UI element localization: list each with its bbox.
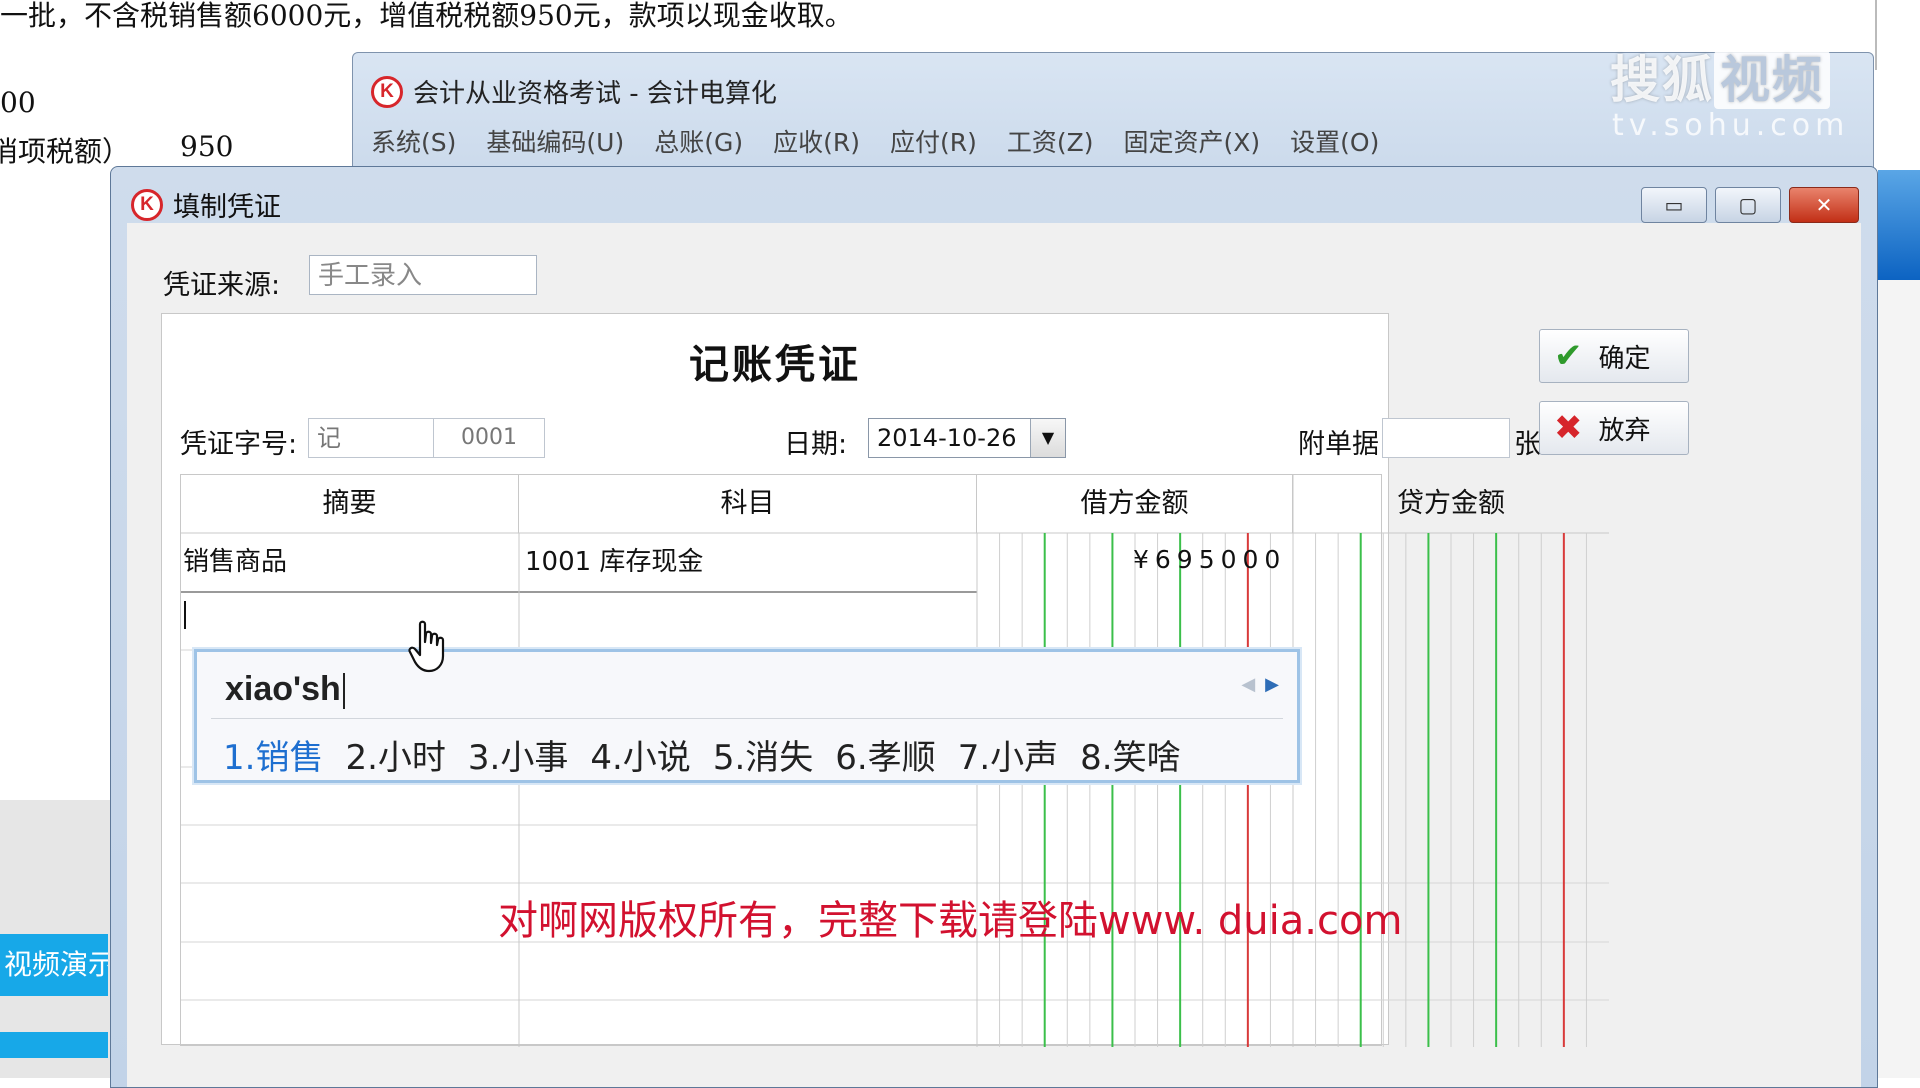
menu-system[interactable]: 系统(S): [371, 123, 456, 159]
menu-receivables[interactable]: 应收(R): [773, 123, 860, 159]
background-line-3-value: 950: [180, 130, 234, 163]
ime-composition: xiao'sh: [225, 670, 345, 710]
menu-payroll[interactable]: 工资(Z): [1007, 123, 1094, 159]
ime-candidate-6[interactable]: 6.孝顺: [835, 730, 935, 779]
menu-general-ledger[interactable]: 总账(G): [654, 123, 743, 159]
window-controls: ▭ ▢ ✕: [1641, 187, 1859, 223]
row2-summary-input[interactable]: [184, 601, 186, 629]
voucher-number-field[interactable]: 0001: [433, 418, 545, 458]
attachments-unit: 张: [1514, 429, 1541, 460]
source-field[interactable]: 手工录入: [309, 255, 537, 295]
discard-label: 放弃: [1598, 415, 1651, 446]
maximize-button[interactable]: ▢: [1715, 187, 1781, 223]
background-divider: [1875, 0, 1877, 70]
ime-candidate-7[interactable]: 7.小声: [958, 730, 1058, 779]
cross-icon: ✖: [1554, 408, 1583, 448]
background-right-accent: [1878, 170, 1920, 280]
date-field[interactable]: 2014-10-26 ▼: [868, 418, 1066, 458]
minimize-button[interactable]: ▭: [1641, 187, 1707, 223]
ime-prev-page-icon[interactable]: ◀: [1241, 674, 1255, 695]
source-label: 凭证来源:: [163, 270, 281, 301]
watermark-logo-part1: 搜狐: [1610, 51, 1714, 109]
checkmark-icon: ✔: [1554, 336, 1583, 376]
close-button[interactable]: ✕: [1789, 187, 1859, 223]
voucher-no-label: 凭证字号:: [180, 429, 298, 460]
discard-button[interactable]: ✖ 放弃: [1539, 401, 1689, 455]
ime-candidate-list: 1.销售 2.小时 3.小事 4.小说 5.消失 6.孝顺 7.小声 8.笑啥: [223, 730, 1181, 779]
attachments-label: 附单据:: [1298, 429, 1389, 460]
dialog-title-bar: K 填制凭证: [131, 185, 281, 224]
voucher-word-field[interactable]: 记: [308, 418, 434, 458]
background-line-2: 00: [0, 86, 36, 119]
dialog-logo-icon: K: [131, 188, 163, 221]
background-left-panel: 视频演示: [0, 800, 112, 1078]
copyright-watermark: 对啊网版权所有，完整下载请登陆www. duia.com: [498, 898, 1403, 944]
app-title-bar: K 会计从业资格考试 - 会计电算化: [371, 73, 777, 110]
sohu-video-watermark: 搜狐 视频: [1610, 40, 1830, 112]
ime-candidate-3[interactable]: 3.小事: [468, 730, 568, 779]
date-label: 日期:: [784, 429, 848, 460]
ime-candidate-5[interactable]: 5.消失: [713, 730, 813, 779]
video-demo-button[interactable]: 视频演示: [0, 934, 108, 996]
background-line-3-label: 消项税额）: [0, 135, 131, 168]
menu-payables[interactable]: 应付(R): [890, 123, 977, 159]
row1-account[interactable]: 1001 库存现金: [525, 541, 703, 578]
watermark-url: tv.sohu.com: [1612, 108, 1850, 143]
ime-candidate-2[interactable]: 2.小时: [345, 730, 445, 779]
ime-next-page-icon[interactable]: ▶: [1265, 674, 1279, 695]
ime-candidate-4[interactable]: 4.小说: [590, 730, 690, 779]
ime-caret: [342, 673, 345, 710]
voucher-title: 记账凭证: [689, 341, 861, 388]
ime-candidate-8[interactable]: 8.笑啥: [1080, 730, 1180, 779]
menu-basic-codes[interactable]: 基础编码(U): [486, 123, 624, 159]
confirm-label: 确定: [1598, 343, 1651, 374]
row1-summary[interactable]: 销售商品: [183, 541, 287, 578]
confirm-button[interactable]: ✔ 确定: [1539, 329, 1689, 383]
ime-page-nav: ◀ ▶: [1241, 674, 1279, 695]
ime-divider: [211, 718, 1283, 719]
app-title: 会计从业资格考试 - 会计电算化: [413, 79, 777, 109]
ime-candidate-window: xiao'sh ◀ ▶ 1.销售 2.小时 3.小事 4.小说 5.消失 6.孝…: [194, 649, 1300, 783]
menu-fixed-assets[interactable]: 固定资产(X): [1124, 123, 1261, 159]
app-logo-icon: K: [371, 75, 403, 108]
watermark-logo-part2: 视频: [1714, 51, 1830, 109]
voucher-dialog: K 填制凭证 ▭ ▢ ✕ 凭证来源: 手工录入 记账凭证 凭证字号: 记 000…: [110, 166, 1878, 1088]
dialog-title: 填制凭证: [173, 192, 281, 223]
ime-composition-text: xiao'sh: [225, 670, 341, 708]
row1-debit[interactable]: ¥695000: [1133, 545, 1286, 574]
ime-candidate-1[interactable]: 1.销售: [223, 730, 323, 779]
background-blue-bar: [0, 1032, 108, 1058]
attachments-field[interactable]: [1382, 418, 1510, 458]
date-value: 2014-10-26: [877, 424, 1017, 452]
menu-settings[interactable]: 设置(O): [1290, 123, 1379, 159]
background-line-1: 一批，不含税销售额6000元，增值税税额950元，款项以现金收取。: [0, 0, 853, 32]
date-dropdown-icon[interactable]: ▼: [1030, 419, 1065, 457]
hand-cursor-icon: [408, 620, 445, 673]
app-menu-bar: 系统(S) 基础编码(U) 总账(G) 应收(R) 应付(R) 工资(Z) 固定…: [371, 123, 1379, 159]
background-right-panel: [1878, 280, 1920, 1078]
